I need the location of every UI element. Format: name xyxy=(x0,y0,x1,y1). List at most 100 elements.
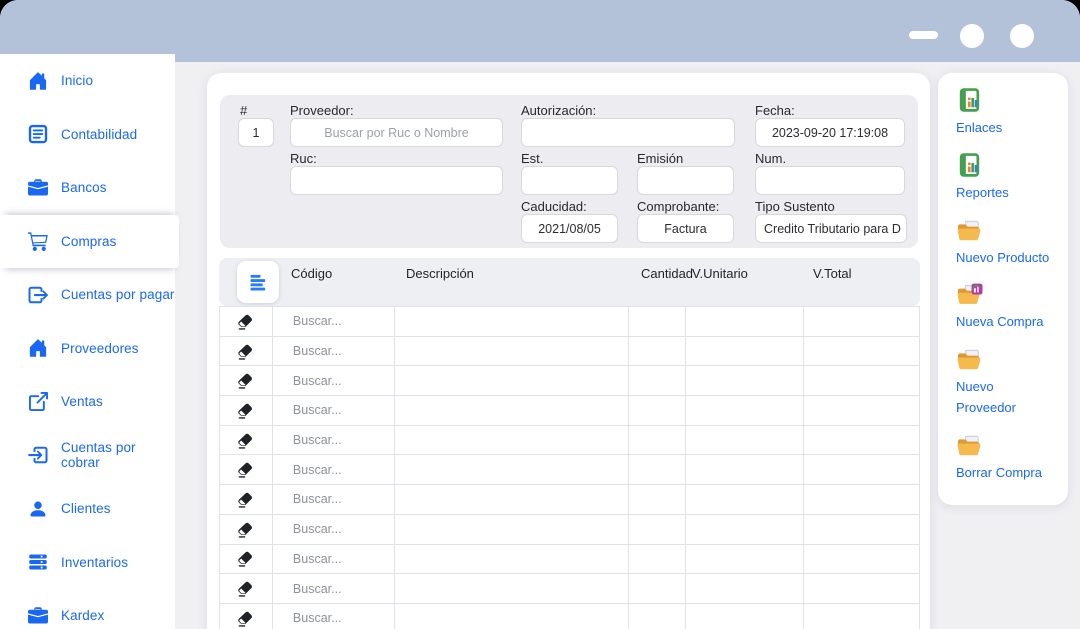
codigo-search-input[interactable] xyxy=(273,396,394,425)
row-eraser-button[interactable] xyxy=(220,545,273,575)
comprobante-select[interactable]: Factura xyxy=(637,214,734,243)
sidebar-item-inicio[interactable]: Inicio xyxy=(0,54,175,108)
sidebar-item-contabilidad[interactable]: Contabilidad xyxy=(0,108,175,162)
cantidad-cell[interactable] xyxy=(629,396,686,426)
quick-action-enlaces[interactable]: Enlaces xyxy=(956,88,1054,139)
numero-field[interactable]: 1 xyxy=(238,118,274,147)
vunitario-cell[interactable] xyxy=(686,337,804,367)
align-left-bars-button[interactable] xyxy=(237,261,279,303)
fecha-field[interactable]: 2023-09-20 17:19:08 xyxy=(755,118,905,147)
descripcion-cell[interactable] xyxy=(395,366,630,396)
descripcion-cell[interactable] xyxy=(395,426,630,456)
sidebar-item-inventarios[interactable]: Inventarios xyxy=(0,536,175,590)
vunitario-cell[interactable] xyxy=(686,426,804,456)
vtotal-cell[interactable] xyxy=(804,604,920,629)
descripcion-cell[interactable] xyxy=(395,396,630,426)
descripcion-cell[interactable] xyxy=(395,337,630,367)
codigo-search-input[interactable] xyxy=(273,485,394,514)
vtotal-cell[interactable] xyxy=(804,545,920,575)
row-eraser-button[interactable] xyxy=(220,307,273,337)
codigo-search-input[interactable] xyxy=(273,574,394,603)
minimize-dash-icon[interactable] xyxy=(909,31,938,39)
row-eraser-button[interactable] xyxy=(220,366,273,396)
cantidad-cell[interactable] xyxy=(629,337,686,367)
cantidad-cell[interactable] xyxy=(629,515,686,545)
descripcion-cell[interactable] xyxy=(395,455,630,485)
emision-input[interactable] xyxy=(637,166,734,195)
row-eraser-button[interactable] xyxy=(220,485,273,515)
tipo-sustento-select[interactable]: Credito Tributario para D xyxy=(755,214,907,243)
sidebar-item-cuentas-por-cobrar[interactable]: Cuentas por cobrar xyxy=(0,429,175,483)
descripcion-cell[interactable] xyxy=(395,515,630,545)
sidebar-item-kardex[interactable]: Kardex xyxy=(0,589,175,629)
vtotal-cell[interactable] xyxy=(804,455,920,485)
descripcion-cell[interactable] xyxy=(395,307,630,337)
cantidad-cell[interactable] xyxy=(629,455,686,485)
cantidad-cell[interactable] xyxy=(629,426,686,456)
autorizacion-input[interactable] xyxy=(521,118,735,147)
sidebar-item-compras[interactable]: Compras xyxy=(0,215,179,269)
quick-action-reportes[interactable]: Reportes xyxy=(956,153,1054,204)
cantidad-cell[interactable] xyxy=(629,366,686,396)
row-eraser-button[interactable] xyxy=(220,337,273,367)
vtotal-cell[interactable] xyxy=(804,366,920,396)
vunitario-cell[interactable] xyxy=(686,545,804,575)
codigo-search-input[interactable] xyxy=(273,604,394,629)
row-eraser-button[interactable] xyxy=(220,396,273,426)
vtotal-cell[interactable] xyxy=(804,426,920,456)
vunitario-cell[interactable] xyxy=(686,455,804,485)
quick-action-borrar-compra[interactable]: Borrar Compra xyxy=(956,433,1054,484)
cantidad-cell[interactable] xyxy=(629,485,686,515)
descripcion-cell[interactable] xyxy=(395,604,630,629)
codigo-search-input[interactable] xyxy=(273,307,394,336)
vunitario-cell[interactable] xyxy=(686,604,804,629)
row-eraser-button[interactable] xyxy=(220,515,273,545)
cantidad-cell[interactable] xyxy=(629,307,686,337)
quick-action-nueva-compra[interactable]: Nueva Compra xyxy=(956,282,1054,333)
row-eraser-button[interactable] xyxy=(220,455,273,485)
sidebar-item-label: Ventas xyxy=(61,394,103,409)
codigo-search-input[interactable] xyxy=(273,337,394,366)
codigo-search-input[interactable] xyxy=(273,545,394,574)
sidebar-item-ventas[interactable]: Ventas xyxy=(0,375,175,429)
row-eraser-button[interactable] xyxy=(220,574,273,604)
row-eraser-button[interactable] xyxy=(220,426,273,456)
cantidad-cell[interactable] xyxy=(629,545,686,575)
descripcion-cell[interactable] xyxy=(395,574,630,604)
vunitario-cell[interactable] xyxy=(686,366,804,396)
codigo-search-input[interactable] xyxy=(273,426,394,455)
vtotal-cell[interactable] xyxy=(804,307,920,337)
codigo-search-input[interactable] xyxy=(273,366,394,395)
vunitario-cell[interactable] xyxy=(686,396,804,426)
vunitario-cell[interactable] xyxy=(686,307,804,337)
proveedor-input[interactable] xyxy=(290,118,503,147)
descripcion-cell[interactable] xyxy=(395,545,630,575)
window-circle-button-2[interactable] xyxy=(1010,24,1034,48)
vtotal-cell[interactable] xyxy=(804,396,920,426)
vunitario-cell[interactable] xyxy=(686,574,804,604)
codigo-cell xyxy=(273,396,395,426)
vtotal-cell[interactable] xyxy=(804,515,920,545)
row-eraser-button[interactable] xyxy=(220,604,273,629)
codigo-search-input[interactable] xyxy=(273,455,394,484)
quick-action-nuevo-proveedor[interactable]: Nuevo Proveedor xyxy=(956,347,1054,419)
window-circle-button-1[interactable] xyxy=(960,24,984,48)
descripcion-cell[interactable] xyxy=(395,485,630,515)
cantidad-cell[interactable] xyxy=(629,574,686,604)
sidebar-item-clientes[interactable]: Clientes xyxy=(0,482,175,536)
sidebar-item-cuentas-por-pagar[interactable]: Cuentas por pagar xyxy=(0,268,175,322)
codigo-search-input[interactable] xyxy=(273,515,394,544)
sidebar-item-proveedores[interactable]: Proveedores xyxy=(0,322,175,376)
sidebar-item-bancos[interactable]: Bancos xyxy=(0,161,175,215)
caducidad-field[interactable]: 2021/08/05 xyxy=(521,214,618,243)
vtotal-cell[interactable] xyxy=(804,574,920,604)
est-input[interactable] xyxy=(521,166,618,195)
ruc-input[interactable] xyxy=(290,166,503,195)
cantidad-cell[interactable] xyxy=(629,604,686,629)
quick-action-nuevo-producto[interactable]: Nuevo Producto xyxy=(956,218,1054,269)
vunitario-cell[interactable] xyxy=(686,485,804,515)
vunitario-cell[interactable] xyxy=(686,515,804,545)
num-input[interactable] xyxy=(755,166,905,195)
vtotal-cell[interactable] xyxy=(804,337,920,367)
vtotal-cell[interactable] xyxy=(804,485,920,515)
